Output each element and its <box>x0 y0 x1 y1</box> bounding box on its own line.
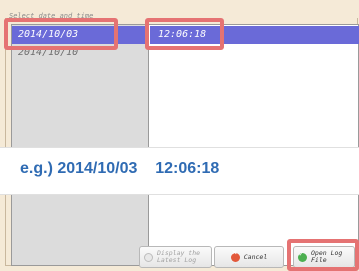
display-latest-log-label: Display the Latest Log <box>157 249 201 264</box>
cancel-label: Cancel <box>243 252 268 261</box>
time-highlight-box <box>145 18 224 50</box>
cancel-button[interactable]: Cancel <box>214 246 284 268</box>
display-latest-log-button[interactable]: Display the Latest Log <box>139 246 212 268</box>
example-callout-text: e.g.) 2014/10/03 12:06:18 <box>20 160 220 177</box>
date-highlight-box <box>4 18 118 50</box>
log-selection-dialog: Select date and time 2014/10/03 2014/10/… <box>0 0 359 271</box>
refresh-icon <box>144 252 153 262</box>
time-list[interactable] <box>149 24 359 266</box>
cancel-icon <box>230 250 240 262</box>
open-button-highlight-box <box>287 239 359 271</box>
